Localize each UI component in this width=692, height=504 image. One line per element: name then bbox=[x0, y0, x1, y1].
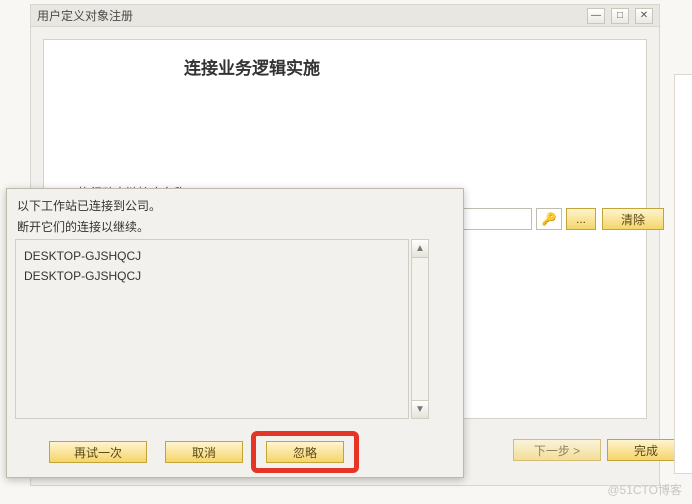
browse-button-label: ... bbox=[576, 212, 586, 226]
connection-dialog: 以下工作站已连接到公司。 断开它们的连接以继续。 DESKTOP-GJSHQCJ… bbox=[6, 188, 464, 478]
next-button[interactable]: 下一步 > bbox=[513, 439, 601, 461]
key-icon: 🔑 bbox=[542, 212, 557, 226]
dialog-message-2: 断开它们的连接以继续。 bbox=[17, 218, 463, 235]
ignore-button-label: 忽略 bbox=[293, 444, 317, 461]
right-panel-stub bbox=[674, 74, 692, 474]
ignore-button[interactable]: 忽略 bbox=[266, 441, 344, 463]
next-button-label: 下一步 > bbox=[534, 442, 580, 459]
list-scrollbar[interactable]: ▲ ▼ bbox=[411, 239, 429, 419]
retry-button[interactable]: 再试一次 bbox=[49, 441, 147, 463]
dialog-message-1: 以下工作站已连接到公司。 bbox=[17, 197, 463, 214]
cancel-button[interactable]: 取消 bbox=[165, 441, 243, 463]
maximize-button[interactable]: □ bbox=[611, 8, 629, 24]
scroll-down-icon[interactable]: ▼ bbox=[412, 400, 428, 418]
cancel-button-label: 取消 bbox=[192, 444, 216, 461]
finish-button-label: 完成 bbox=[634, 442, 658, 459]
clear-button[interactable]: 清除 bbox=[602, 208, 664, 230]
page-heading: 连接业务逻辑实施 bbox=[184, 54, 646, 79]
key-icon-button[interactable]: 🔑 bbox=[536, 208, 562, 230]
list-item: DESKTOP-GJSHQCJ bbox=[24, 246, 400, 266]
titlebar: 用户定义对象注册 — □ ✕ bbox=[31, 5, 659, 27]
watermark: @51CTO博客 bbox=[607, 481, 682, 498]
close-button[interactable]: ✕ bbox=[635, 8, 653, 24]
minimize-button[interactable]: — bbox=[587, 8, 605, 24]
browse-button[interactable]: ... bbox=[566, 208, 596, 230]
list-item: DESKTOP-GJSHQCJ bbox=[24, 266, 400, 286]
window-title: 用户定义对象注册 bbox=[37, 7, 133, 24]
ignore-highlight: 忽略 bbox=[251, 431, 359, 473]
workstation-list: DESKTOP-GJSHQCJ DESKTOP-GJSHQCJ bbox=[15, 239, 409, 419]
retry-button-label: 再试一次 bbox=[74, 444, 122, 461]
clear-button-label: 清除 bbox=[621, 211, 645, 228]
scroll-up-icon[interactable]: ▲ bbox=[412, 240, 428, 258]
